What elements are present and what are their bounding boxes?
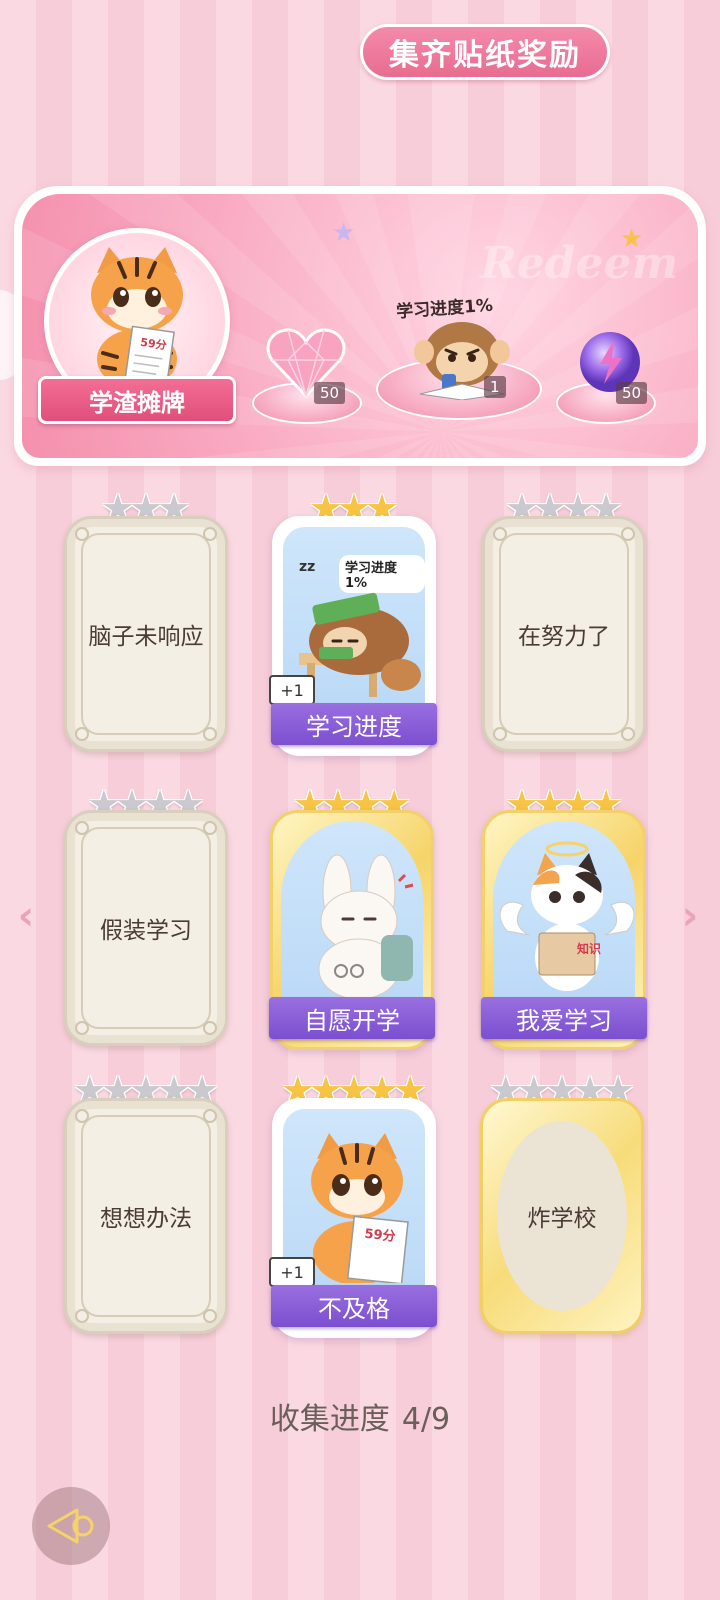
sticker-score: 59分 xyxy=(364,1226,397,1245)
avatar-title-label: 学渣摊牌 xyxy=(38,376,236,424)
sticker-card-locked[interactable]: 假装学习 xyxy=(64,810,228,1046)
sticker-card-locked[interactable]: 在努力了 xyxy=(482,516,646,752)
plus-one-badge: +1 xyxy=(269,1257,315,1287)
reward-count: 1 xyxy=(484,376,506,398)
angel-cat-sticker-icon: 知识 xyxy=(499,841,635,991)
card-label: 想想办法 xyxy=(100,1206,192,1232)
card-title-ribbon: 不及格 xyxy=(271,1285,437,1327)
card-label: 炸学校 xyxy=(527,1206,597,1232)
book-text: 知识 xyxy=(576,941,601,956)
card-label: 假装学习 xyxy=(100,918,192,944)
back-arrow-icon xyxy=(47,1508,94,1544)
sticker-card-owned[interactable]: 59分 +1 不及格 xyxy=(269,1098,437,1338)
reward-count: 50 xyxy=(616,382,648,404)
sticker-card-locked[interactable]: 想想办法 xyxy=(64,1098,228,1334)
sticker-card-locked-gold[interactable]: 炸学校 xyxy=(480,1098,644,1334)
sticker-card-owned[interactable]: 学习进度1% zz +1 学习进度 xyxy=(269,516,437,756)
reward-count: 50 xyxy=(314,382,346,404)
progress-label: 收集进度 xyxy=(269,1402,390,1437)
card-title-ribbon: 学习进度 xyxy=(271,703,437,745)
plus-one-badge: +1 xyxy=(269,675,315,705)
collection-progress: 收集进度 4/9 xyxy=(0,1394,720,1438)
star-deco-icon: ★ xyxy=(620,224,644,254)
star-deco-icon: ★ xyxy=(332,218,356,248)
card-label: 在努力了 xyxy=(518,624,610,650)
next-page-arrow-icon[interactable]: › xyxy=(676,892,704,940)
sleep-zz-icon: zz xyxy=(299,559,316,575)
panel-watermark: Redeem xyxy=(480,238,678,289)
progress-value: 4/9 xyxy=(401,1402,451,1437)
sticker-card-owned[interactable]: 自愿开学 xyxy=(269,810,435,1050)
card-label: 脑子未响应 xyxy=(88,624,204,650)
prev-page-arrow-icon[interactable]: ‹ xyxy=(12,892,40,940)
reward-title: 集齐贴纸奖励 xyxy=(360,24,610,80)
card-title-ribbon: 我爱学习 xyxy=(481,997,647,1039)
card-title-ribbon: 自愿开学 xyxy=(269,997,435,1039)
sticker-card-locked[interactable]: 脑子未响应 xyxy=(64,516,228,752)
rabbit-sticker-icon xyxy=(318,854,414,1000)
back-button[interactable] xyxy=(32,1487,110,1565)
sticker-card-owned[interactable]: 知识 我爱学习 xyxy=(481,810,647,1050)
